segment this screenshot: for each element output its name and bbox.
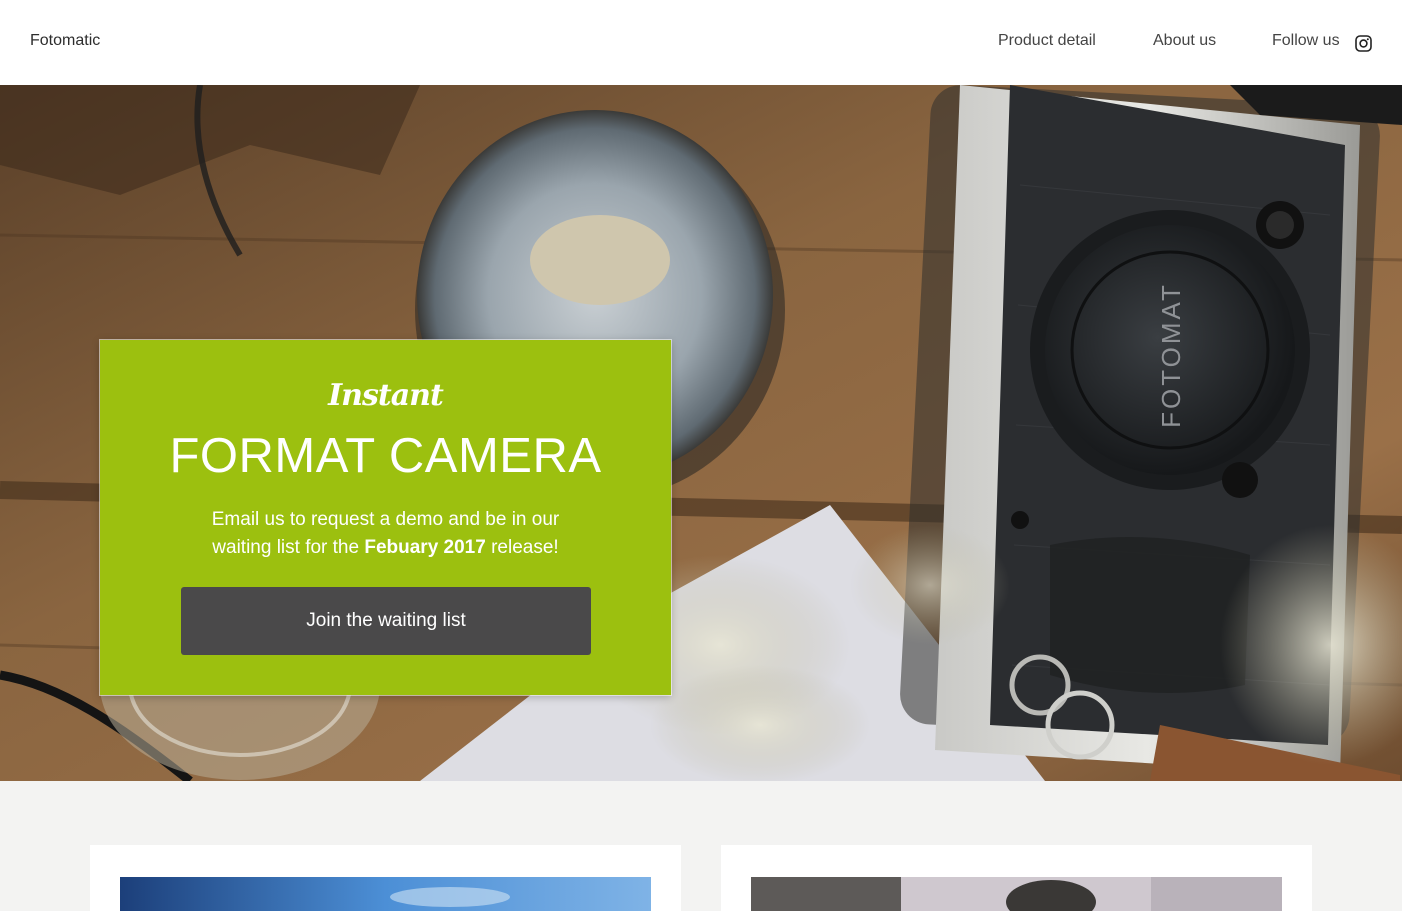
- camera-brand-text: FOTOMAT: [1156, 282, 1186, 428]
- feature-card: [90, 845, 681, 911]
- instagram-icon[interactable]: [1355, 35, 1372, 52]
- card-title: FORMAT CAMERA: [169, 429, 602, 483]
- feature-image: [751, 877, 1282, 911]
- join-waiting-list-button[interactable]: Join the waiting list: [181, 587, 591, 655]
- hero-section: FOTOMAT Instant FORMAT CAMERA Email us t…: [0, 85, 1402, 781]
- card-description: Email us to request a demo and be in our…: [195, 506, 576, 562]
- nav-product-detail[interactable]: Product detail: [998, 32, 1096, 50]
- feature-image: [120, 877, 651, 911]
- card-release-date: Febuary 2017: [364, 537, 486, 558]
- site-header: Fotomatic Product detail About us Follow…: [0, 0, 1402, 85]
- feature-card: [721, 845, 1312, 911]
- nav-about-us[interactable]: About us: [1153, 32, 1216, 50]
- nav-follow-us[interactable]: Follow us: [1272, 32, 1340, 50]
- brand-logo-link[interactable]: Fotomatic: [30, 32, 100, 50]
- hero-promo-card: Instant FORMAT CAMERA Email us to reques…: [100, 340, 671, 695]
- features-section: [0, 781, 1402, 911]
- card-script-title: Instant: [328, 378, 444, 413]
- card-description-part2: release!: [485, 537, 559, 558]
